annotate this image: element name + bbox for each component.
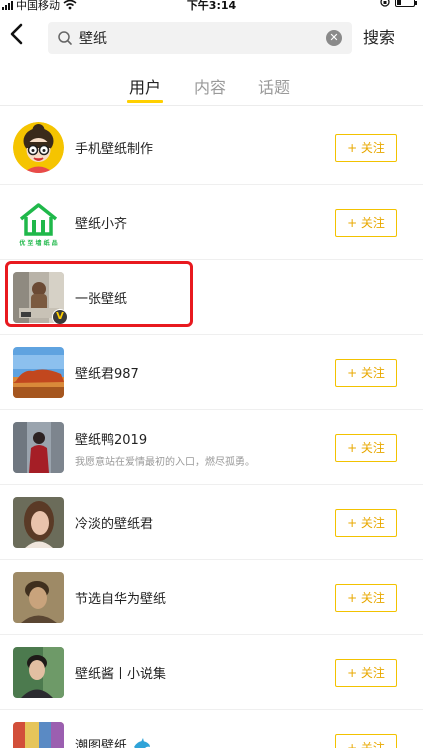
search-icon [58,31,72,45]
list-item[interactable]: 壁纸君987 + 关注 [0,335,423,410]
follow-button[interactable]: + 关注 [335,209,397,237]
lock-rotation-icon [380,0,390,7]
list-item[interactable]: 壁纸酱丨小说集 + 关注 [0,635,423,710]
user-name: 节选自华为壁纸 [75,592,167,607]
list-item[interactable]: 冷淡的壁纸君 + 关注 [0,485,423,560]
logo-text: 优 至 墙 纸 品 [19,239,57,247]
follow-button[interactable]: + 关注 [335,134,397,162]
follow-button[interactable]: + 关注 [335,659,397,687]
search-input[interactable] [79,26,319,50]
green-house-logo-icon: 优 至 墙 纸 品 [13,197,64,248]
back-button[interactable] [6,22,28,46]
tab-users[interactable]: 用户 [129,74,161,98]
avatar[interactable] [13,347,64,398]
tab-topics[interactable]: 话题 [258,74,290,98]
tab-content[interactable]: 内容 [194,74,226,98]
status-bar: 中国移动 下午3:14 [0,0,423,12]
man-portrait-green-icon [13,647,64,698]
user-name: 壁纸君987 [75,367,139,382]
clear-search-icon[interactable]: ✕ [326,30,342,46]
woman-portrait-icon [13,497,64,548]
result-tabs: 用户 内容 话题 [0,60,423,106]
avatar[interactable] [13,122,64,173]
battery-icon [395,0,417,7]
follow-button[interactable]: + 关注 [335,434,397,462]
active-tab-indicator [127,100,163,103]
man-portrait-sepia-icon [13,572,64,623]
avatar[interactable] [13,722,64,748]
follow-button[interactable]: + 关注 [335,734,397,748]
red-rock-landscape-icon [13,347,64,398]
chevron-left-icon [10,23,23,45]
list-item[interactable]: 壁纸鸭2019 我愿意站在爱情最初的入口，燃尽孤勇。 + 关注 [0,410,423,485]
list-item[interactable]: 节选自华为壁纸 + 关注 [0,560,423,635]
avatar[interactable] [13,647,64,698]
list-item[interactable]: 手机壁纸制作 + 关注 [0,110,423,185]
user-description: 我愿意站在爱情最初的入口，燃尽孤勇。 [75,457,255,468]
avatar[interactable] [13,497,64,548]
user-name: 壁纸小齐 [75,217,128,232]
dolphin-icon [134,738,151,748]
highlight-annotation [5,261,193,327]
city-street-avatar-icon [13,422,64,473]
user-name: 壁纸鸭2019 [75,433,148,448]
search-box[interactable]: ✕ [48,22,352,54]
cartoon-girl-avatar-icon [13,122,64,173]
status-right [380,0,417,7]
search-submit-button[interactable]: 搜索 [363,24,395,48]
search-header: ✕ 搜索 [0,12,423,60]
avatar[interactable]: 优 至 墙 纸 品 [13,197,64,248]
follow-button[interactable]: + 关注 [335,584,397,612]
follow-button[interactable]: + 关注 [335,509,397,537]
user-name: 手机壁纸制作 [75,142,154,157]
colorful-street-icon [13,722,64,748]
user-name: 壁纸酱丨小说集 [75,667,167,682]
user-name: 潮图壁纸 [75,735,151,748]
user-name: 冷淡的壁纸君 [75,517,154,532]
list-item[interactable]: 优 至 墙 纸 品 壁纸小齐 + 关注 [0,185,423,260]
avatar[interactable] [13,572,64,623]
follow-button[interactable]: + 关注 [335,359,397,387]
avatar[interactable] [13,422,64,473]
list-item[interactable]: 潮图壁纸 + 关注 [0,710,423,748]
